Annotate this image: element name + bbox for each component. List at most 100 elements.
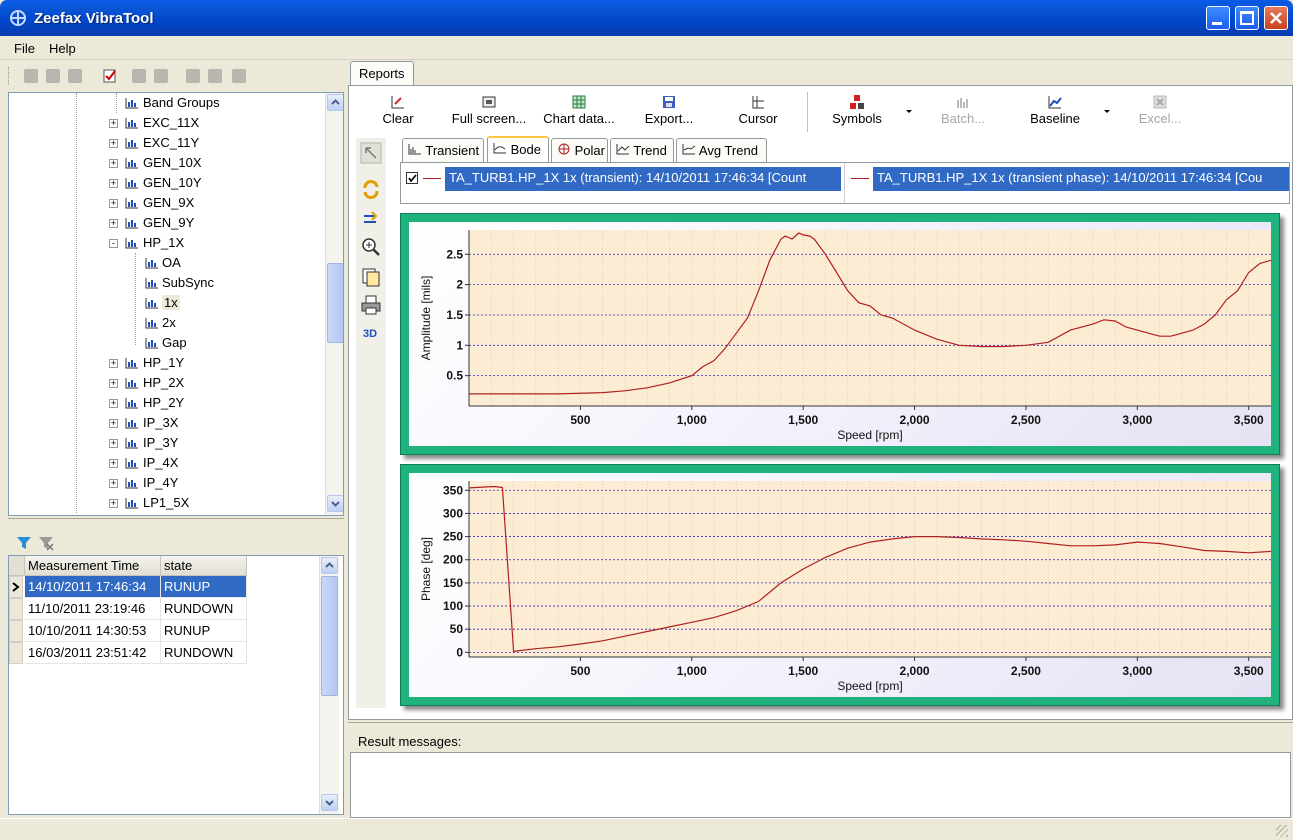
- scroll-down-button[interactable]: [327, 495, 343, 512]
- stop-icon[interactable]: [232, 69, 246, 83]
- tree-item[interactable]: - HP_1X: [9, 233, 325, 253]
- scroll-thumb[interactable]: [321, 576, 338, 696]
- close-button[interactable]: [1264, 6, 1288, 30]
- tree-item[interactable]: Band Groups: [9, 93, 325, 113]
- clear-button[interactable]: Clear: [380, 94, 416, 134]
- batch-button[interactable]: Batch...: [936, 94, 990, 134]
- select-pointer-icon[interactable]: [360, 142, 382, 164]
- state-cell[interactable]: RUNDOWN: [161, 598, 247, 620]
- state-cell[interactable]: RUNUP: [161, 620, 247, 642]
- expand-icon[interactable]: +: [109, 139, 118, 148]
- legend-item-amplitude[interactable]: TA_TURB1.HP_1X 1x (transient): 14/10/201…: [405, 167, 841, 191]
- resize-grip[interactable]: [1276, 825, 1288, 837]
- tree-item[interactable]: OA: [9, 253, 325, 273]
- report-icon[interactable]: [102, 68, 118, 84]
- column-header-state[interactable]: state: [161, 556, 247, 576]
- tree-item[interactable]: + HP_2X: [9, 373, 325, 393]
- tree-item[interactable]: Gap: [9, 333, 325, 353]
- expand-icon[interactable]: +: [109, 419, 118, 428]
- print-icon[interactable]: [360, 294, 382, 316]
- filter-icon[interactable]: [16, 535, 32, 551]
- symbols-button[interactable]: Symbols: [828, 94, 886, 134]
- copy-icon[interactable]: [360, 266, 382, 288]
- remove-item-icon[interactable]: [68, 69, 82, 83]
- expand-icon[interactable]: +: [109, 379, 118, 388]
- tree-item[interactable]: + HP_2Y: [9, 393, 325, 413]
- expand-icon[interactable]: +: [109, 179, 118, 188]
- menu-file[interactable]: File: [14, 41, 35, 56]
- state-cell[interactable]: RUNDOWN: [161, 642, 247, 664]
- tree-item[interactable]: + EXC_11Y: [9, 133, 325, 153]
- result-messages-box[interactable]: [350, 752, 1291, 818]
- export-button[interactable]: Export...: [638, 94, 700, 134]
- column-header-time[interactable]: Measurement Time: [25, 556, 161, 576]
- baseline-button[interactable]: Baseline: [1028, 94, 1082, 134]
- 3d-toggle[interactable]: 3D: [363, 328, 377, 340]
- tree-item[interactable]: + GEN_9Y: [9, 213, 325, 233]
- expand-icon[interactable]: +: [109, 359, 118, 368]
- tree-item[interactable]: + GEN_10X: [9, 153, 325, 173]
- row-header[interactable]: [9, 576, 23, 598]
- tree-item[interactable]: + IP_4X: [9, 453, 325, 473]
- tree-item[interactable]: + EXC_11X: [9, 113, 325, 133]
- measurement-time-cell[interactable]: 16/03/2011 23:51:42: [25, 642, 161, 664]
- config-alt-icon[interactable]: [154, 69, 168, 83]
- baseline-dropdown-icon[interactable]: [1102, 108, 1112, 116]
- expand-icon[interactable]: +: [109, 399, 118, 408]
- expand-icon[interactable]: +: [109, 219, 118, 228]
- state-cell[interactable]: RUNUP: [161, 576, 247, 598]
- measurement-time-cell[interactable]: 11/10/2011 23:19:46: [25, 598, 161, 620]
- expand-icon[interactable]: +: [109, 199, 118, 208]
- zoom-icon[interactable]: [360, 236, 382, 258]
- scroll-up-button[interactable]: [327, 94, 343, 111]
- tree-scrollbar[interactable]: [325, 93, 343, 515]
- expand-icon[interactable]: +: [109, 119, 118, 128]
- refresh-icon[interactable]: [360, 178, 382, 200]
- expand-icon[interactable]: +: [109, 479, 118, 488]
- symbols-dropdown-icon[interactable]: [904, 108, 914, 116]
- clear-filter-icon[interactable]: [38, 535, 54, 551]
- row-header[interactable]: [9, 620, 23, 642]
- tab-avg-trend[interactable]: Avg Trend: [676, 138, 767, 162]
- maximize-button[interactable]: [1235, 6, 1259, 30]
- tree-item[interactable]: + IP_3Y: [9, 433, 325, 453]
- expand-icon[interactable]: +: [109, 499, 118, 508]
- minimize-button[interactable]: [1206, 6, 1230, 30]
- tree-item[interactable]: 2x: [9, 313, 325, 333]
- scroll-down-button[interactable]: [321, 794, 338, 811]
- menu-help[interactable]: Help: [49, 41, 76, 56]
- excel-button[interactable]: Excel...: [1134, 94, 1186, 134]
- edit-item-icon[interactable]: [46, 69, 60, 83]
- scroll-thumb[interactable]: [327, 263, 343, 343]
- tree-item[interactable]: + HP_1Y: [9, 353, 325, 373]
- tab-polar[interactable]: Polar: [551, 138, 608, 162]
- row-header[interactable]: [9, 642, 23, 664]
- chart-data-button[interactable]: Chart data...: [538, 94, 620, 134]
- cursor-button[interactable]: Cursor: [734, 94, 782, 134]
- tree-item[interactable]: + IP_3X: [9, 413, 325, 433]
- collapse-icon[interactable]: -: [109, 239, 118, 248]
- sheet-icon[interactable]: [186, 69, 200, 83]
- grid-scrollbar[interactable]: [319, 556, 339, 814]
- measurement-time-cell[interactable]: 10/10/2011 14:30:53: [25, 620, 161, 642]
- add-item-icon[interactable]: [24, 69, 38, 83]
- tree-item[interactable]: + GEN_10Y: [9, 173, 325, 193]
- expand-icon[interactable]: +: [109, 439, 118, 448]
- measurement-time-cell[interactable]: 14/10/2011 17:46:34: [25, 576, 161, 598]
- tree-item[interactable]: 1x: [9, 293, 325, 313]
- scroll-up-button[interactable]: [321, 557, 338, 574]
- tab-trend[interactable]: Trend: [610, 138, 674, 162]
- legend-item-phase[interactable]: TA_TURB1.HP_1X 1x (transient phase): 14/…: [849, 167, 1289, 191]
- tree-item[interactable]: + GEN_9X: [9, 193, 325, 213]
- row-header[interactable]: [9, 598, 23, 620]
- tree-item[interactable]: + LP1_5X: [9, 493, 325, 513]
- legend-checkbox[interactable]: [406, 172, 418, 184]
- tab-bode[interactable]: Bode: [487, 136, 549, 163]
- phase-chart[interactable]: 0 50 100 150 200 250 300 350 500 1,000 1,500 2,000 2…: [409, 473, 1272, 697]
- fullscreen-button[interactable]: Full screen...: [448, 94, 530, 134]
- tree-item[interactable]: SubSync: [9, 273, 325, 293]
- config-icon[interactable]: [132, 69, 146, 83]
- chart-sheet-icon[interactable]: [208, 69, 222, 83]
- expand-icon[interactable]: +: [109, 159, 118, 168]
- expand-icon[interactable]: +: [109, 459, 118, 468]
